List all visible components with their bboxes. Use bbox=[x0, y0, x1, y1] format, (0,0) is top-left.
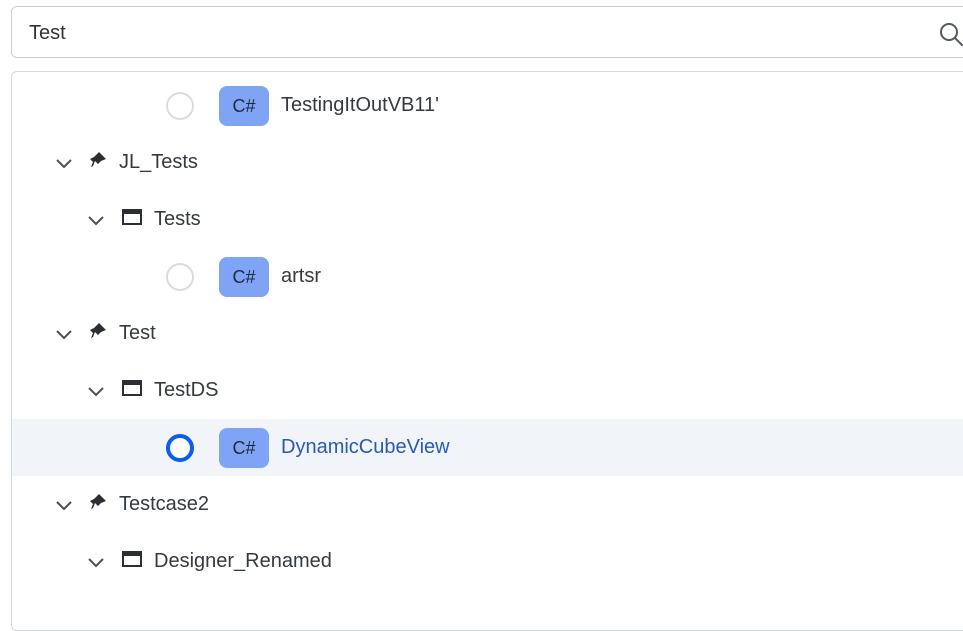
pin-icon bbox=[90, 494, 106, 509]
pin-icon bbox=[90, 323, 106, 338]
chevron-down-icon[interactable] bbox=[87, 215, 105, 227]
tree-panel: C# TestingItOutVB11' JL_Tests Tests C# a… bbox=[11, 71, 963, 631]
tree-row-folder[interactable]: Tests bbox=[12, 191, 963, 248]
tree-row-folder[interactable]: TestDS bbox=[12, 362, 963, 419]
window-icon bbox=[122, 551, 142, 567]
radio-button[interactable] bbox=[166, 263, 194, 291]
window-icon bbox=[122, 209, 142, 225]
tree-group-label: Test bbox=[119, 322, 156, 344]
tree-row-group[interactable]: Test bbox=[12, 305, 963, 362]
radio-button[interactable] bbox=[166, 92, 194, 120]
chevron-down-icon[interactable] bbox=[87, 557, 105, 569]
tree-folder-label: Designer_Renamed bbox=[154, 550, 332, 572]
csharp-badge-icon: C# bbox=[219, 428, 269, 468]
search-box[interactable] bbox=[11, 6, 963, 58]
chevron-down-icon[interactable] bbox=[55, 158, 73, 170]
tree-item-label: DynamicCubeView bbox=[281, 436, 450, 458]
tree-row-item[interactable]: C# TestingItOutVB11' bbox=[12, 77, 963, 134]
tree-group-label: JL_Tests bbox=[119, 151, 198, 173]
tree-row-item-selected[interactable]: C# DynamicCubeView bbox=[12, 419, 963, 476]
window-icon bbox=[122, 380, 142, 396]
tree-folder-label: Tests bbox=[154, 208, 201, 230]
tree-row-group[interactable]: Testcase2 bbox=[12, 476, 963, 533]
pin-icon bbox=[90, 152, 106, 167]
tree-item-label: TestingItOutVB11' bbox=[281, 94, 439, 116]
tree-row-folder[interactable]: Designer_Renamed bbox=[12, 533, 963, 590]
tree-group-label: Testcase2 bbox=[119, 493, 210, 515]
search-input[interactable] bbox=[29, 19, 909, 47]
radio-button-selected[interactable] bbox=[166, 434, 194, 462]
tree-folder-label: TestDS bbox=[154, 379, 219, 401]
tree-row-item[interactable]: C# artsr bbox=[12, 248, 963, 305]
csharp-badge-icon: C# bbox=[219, 257, 269, 297]
chevron-down-icon[interactable] bbox=[55, 500, 73, 512]
search-icon[interactable] bbox=[938, 21, 963, 47]
chevron-down-icon[interactable] bbox=[55, 329, 73, 341]
csharp-badge-icon: C# bbox=[219, 86, 269, 126]
tree-item-label: artsr bbox=[281, 265, 321, 287]
tree-row-group[interactable]: JL_Tests bbox=[12, 134, 963, 191]
chevron-down-icon[interactable] bbox=[87, 386, 105, 398]
